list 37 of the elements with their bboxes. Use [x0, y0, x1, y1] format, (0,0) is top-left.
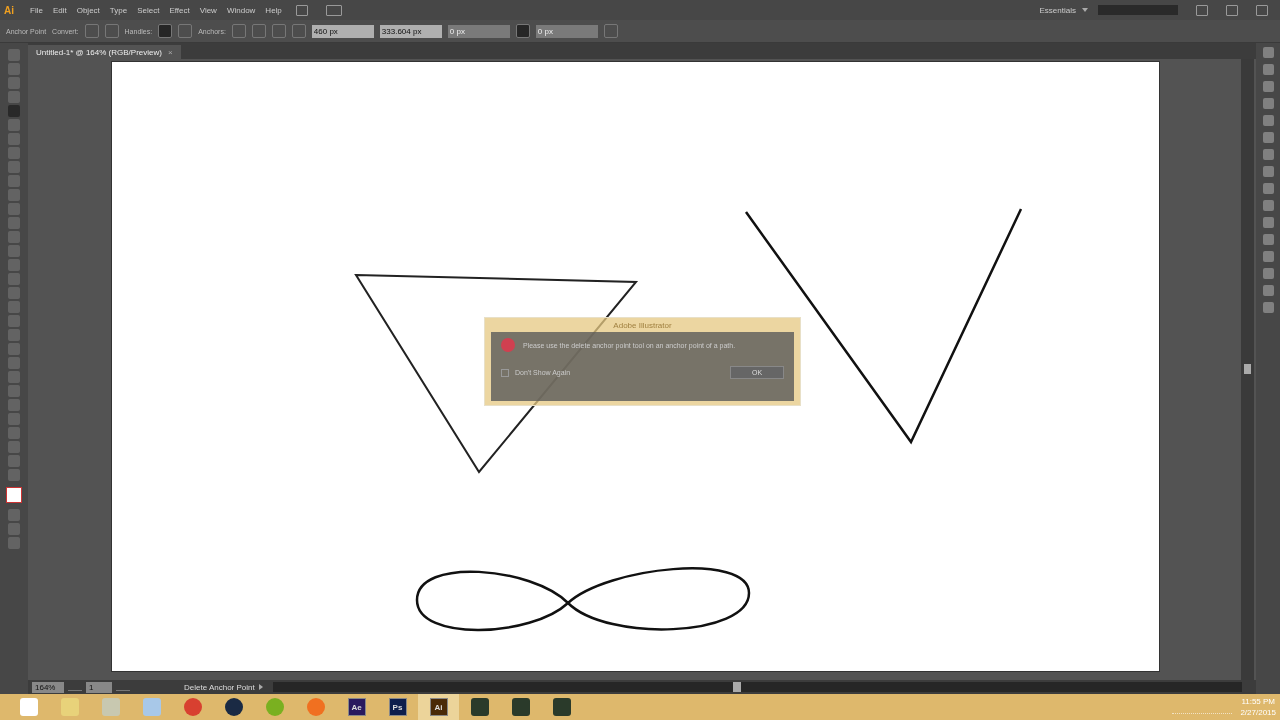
- app-badge-icon: Ps: [388, 698, 407, 716]
- menu-item[interactable]: Edit: [48, 5, 71, 15]
- menu-item[interactable]: Object: [72, 5, 104, 15]
- menu-item[interactable]: File: [26, 5, 47, 15]
- menu-item[interactable]: Select: [133, 5, 164, 15]
- zoom-field[interactable]: 164%: [32, 681, 64, 693]
- horizontal-scrollbar[interactable]: [272, 682, 1242, 692]
- menu-item[interactable]: Help: [261, 5, 286, 15]
- clock-time: 11:55 PM: [1241, 696, 1276, 707]
- search-field[interactable]: [1098, 5, 1178, 15]
- checkbox[interactable]: [501, 368, 509, 377]
- menu-item[interactable]: Effect: [165, 5, 194, 15]
- clock-date: 2/27/2015: [1240, 707, 1276, 718]
- taskbar-app[interactable]: Ae: [336, 694, 377, 720]
- taskbar-app[interactable]: Ps: [377, 694, 418, 720]
- menu-item[interactable]: Type: [105, 5, 132, 15]
- coordinate-field[interactable]: 333.604 px: [379, 24, 442, 38]
- dialog-title: Adobe Illustrator: [612, 320, 673, 332]
- caret-icon[interactable]: [1082, 8, 1088, 12]
- error-icon: [501, 338, 515, 352]
- app-badge-icon: Ae: [347, 698, 366, 716]
- status-text: Delete Anchor Point: [184, 682, 255, 692]
- tab-title: Untitled-1* @ 164% (RGB/Preview): [36, 47, 162, 57]
- menu-item[interactable]: Window: [222, 5, 260, 15]
- page-field[interactable]: 1: [86, 681, 112, 693]
- coordinate-field[interactable]: 460 px: [311, 24, 374, 38]
- workspace-switcher[interactable]: Essentials: [1035, 5, 1080, 15]
- caret-icon[interactable]: [258, 684, 263, 690]
- v-path[interactable]: [745, 208, 1023, 445]
- app-logo: Ai: [4, 4, 15, 16]
- infinity-path[interactable]: [415, 567, 751, 632]
- tab-close-button[interactable]: ×: [167, 47, 173, 57]
- fill-stroke-icon[interactable]: [6, 487, 22, 503]
- document-tab[interactable]: Untitled-1* @ 164% (RGB/Preview) ×: [28, 45, 181, 59]
- taskbar-app[interactable]: Ai: [418, 694, 459, 720]
- menu-item[interactable]: View: [195, 5, 221, 15]
- app-badge-icon: Ai: [429, 698, 448, 716]
